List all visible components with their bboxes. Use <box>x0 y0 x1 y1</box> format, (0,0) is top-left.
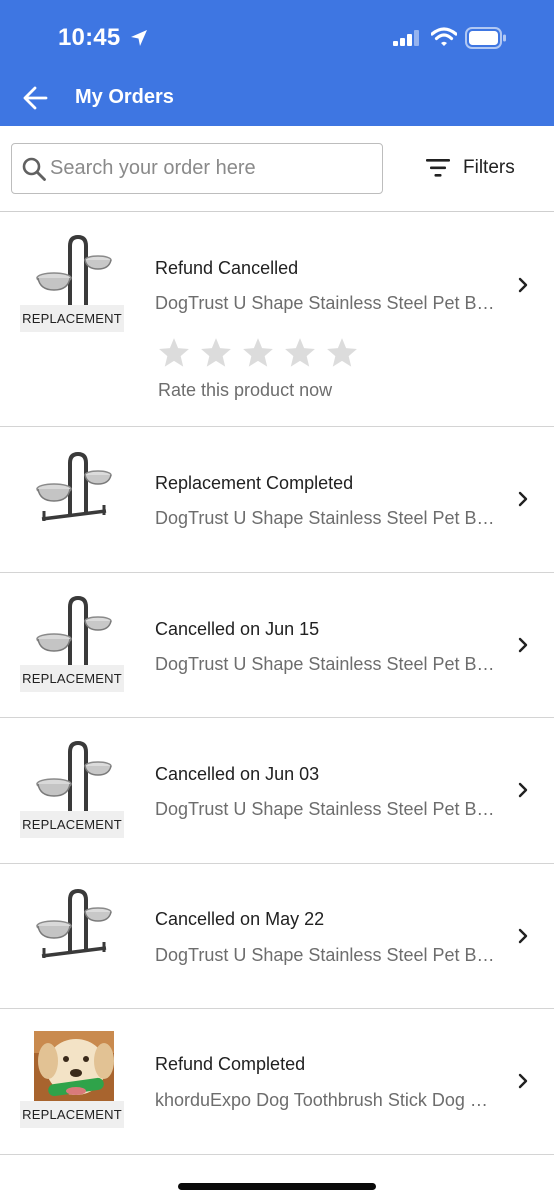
bowl-stand-image <box>36 595 112 667</box>
order-status: Cancelled on May 22 <box>155 909 325 929</box>
order-status: Refund Completed <box>155 1054 306 1074</box>
chevron-right-icon <box>518 277 528 293</box>
chevron-right-icon <box>518 491 528 507</box>
product-name: DogTrust U Shape Stainless Steel Pet Bow… <box>155 293 500 313</box>
search-icon <box>22 157 46 181</box>
cellular-signal-icon <box>393 30 419 46</box>
bowl-stand-image <box>36 888 112 958</box>
star-icon[interactable] <box>325 336 359 370</box>
product-name: DogTrust U Shape Stainless Steel Pet Bow… <box>155 508 500 528</box>
order-status: Refund Cancelled <box>155 258 299 278</box>
star-icon[interactable] <box>283 336 317 370</box>
order-row[interactable]: REPLACEMENT Cancelled on Jun 03 DogTrust… <box>0 718 554 864</box>
filters-button[interactable]: Filters <box>423 151 533 185</box>
wifi-icon <box>431 27 457 46</box>
order-row[interactable]: REPLACEMENT Refund Cancelled DogTrust U … <box>0 212 554 427</box>
product-name: DogTrust U Shape Stainless Steel Pet Bow… <box>155 945 500 965</box>
order-row[interactable]: REPLACEMENT Refund Completed khorduExpo … <box>0 1009 554 1155</box>
order-status: Cancelled on Jun 03 <box>155 764 320 784</box>
search-input[interactable] <box>50 146 375 191</box>
search-box[interactable] <box>11 143 383 194</box>
product-name: khorduExpo Dog Toothbrush Stick Dog Chew… <box>155 1090 500 1110</box>
bowl-stand-image <box>36 451 112 521</box>
star-icon[interactable] <box>157 336 191 370</box>
chevron-right-icon <box>518 1073 528 1089</box>
page-title: My Orders <box>75 86 174 108</box>
chevron-right-icon <box>518 782 528 798</box>
replacement-tag: REPLACEMENT <box>20 665 124 692</box>
star-icon[interactable] <box>241 336 275 370</box>
bowl-stand-image <box>36 234 112 306</box>
star-icon[interactable] <box>199 336 233 370</box>
bowl-stand-image <box>36 740 112 812</box>
location-arrow-icon <box>131 30 147 46</box>
star-rating[interactable] <box>157 336 367 370</box>
search-bar-row: Filters <box>0 126 554 212</box>
order-row[interactable]: REPLACEMENT Cancelled on Jun 15 DogTrust… <box>0 573 554 718</box>
filters-label: Filters <box>463 157 515 178</box>
product-name: DogTrust U Shape Stainless Steel Pet Bow… <box>155 654 500 674</box>
chevron-right-icon <box>518 928 528 944</box>
rate-product-text[interactable]: Rate this product now <box>158 380 332 401</box>
battery-icon <box>465 27 506 49</box>
order-row[interactable]: Cancelled on May 22 DogTrust U Shape Sta… <box>0 864 554 1009</box>
filter-icon <box>426 159 450 177</box>
app-bar: 10:45 My Orders <box>0 0 554 126</box>
replacement-tag: REPLACEMENT <box>20 305 124 332</box>
order-row[interactable]: Replacement Completed DogTrust U Shape S… <box>0 427 554 573</box>
dog-toothbrush-image <box>34 1031 114 1103</box>
status-time: 10:45 <box>58 24 121 51</box>
product-name: DogTrust U Shape Stainless Steel Pet Bow… <box>155 799 500 819</box>
home-indicator <box>178 1183 376 1190</box>
order-status: Cancelled on Jun 15 <box>155 619 320 639</box>
replacement-tag: REPLACEMENT <box>20 811 124 838</box>
order-status: Replacement Completed <box>155 473 354 493</box>
chevron-right-icon <box>518 637 528 653</box>
replacement-tag: REPLACEMENT <box>20 1101 124 1128</box>
back-arrow-icon[interactable] <box>22 85 48 111</box>
